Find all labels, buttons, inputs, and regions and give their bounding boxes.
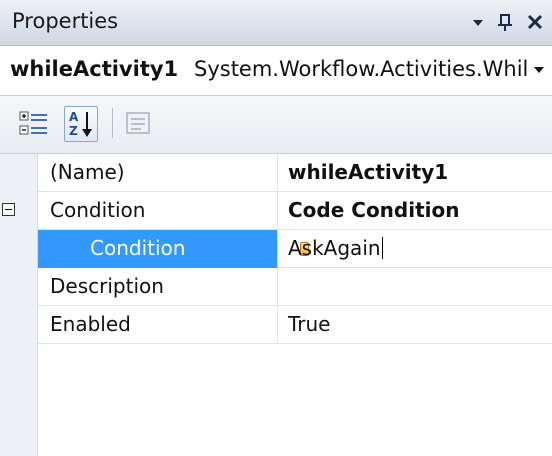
property-row-description[interactable]: Description: [0, 268, 552, 306]
title-bar: Properties: [0, 0, 552, 46]
collapse-expander-icon[interactable]: [2, 203, 15, 216]
property-value: True: [288, 312, 331, 336]
property-name-cell[interactable]: Description: [38, 268, 278, 306]
properties-toolbar: A Z: [0, 96, 552, 154]
property-pages-icon: [126, 112, 150, 134]
property-row-condition-name[interactable]: Condition AskAgain: [0, 230, 552, 268]
property-value: Code Condition: [288, 198, 460, 222]
property-label: Condition: [50, 198, 146, 222]
property-value-cell[interactable]: [278, 268, 552, 306]
toolbar-separator: [112, 108, 113, 138]
text-caret: [381, 237, 383, 259]
window-position-dropdown-icon[interactable]: [465, 7, 491, 37]
object-selector-dropdown-icon[interactable]: [532, 59, 546, 84]
chevron-down-icon: [534, 67, 544, 73]
categorized-icon: [19, 111, 47, 135]
property-value-cell[interactable]: whileActivity1: [278, 154, 552, 192]
property-grid: (Name) whileActivity1 Condition Code Con…: [0, 154, 552, 456]
property-label: Condition: [90, 236, 186, 260]
property-row-enabled[interactable]: Enabled True: [0, 306, 552, 344]
selected-object-name: whileActivity1: [10, 57, 179, 81]
window-title: Properties: [12, 9, 119, 33]
property-name-cell[interactable]: Condition: [38, 192, 278, 230]
svg-text:Z: Z: [69, 124, 78, 138]
property-row-name[interactable]: (Name) whileActivity1: [0, 154, 552, 192]
property-label: Enabled: [50, 312, 131, 336]
property-value-input-text: AskAgain: [288, 236, 381, 260]
property-value-editor[interactable]: AskAgain: [278, 230, 552, 268]
property-value-cell[interactable]: Code Condition: [278, 192, 552, 230]
property-label: (Name): [50, 160, 125, 184]
property-label: Description: [50, 274, 164, 298]
sort-alphabetical-icon: A Z: [69, 110, 92, 138]
property-value: whileActivity1: [288, 160, 449, 184]
close-button[interactable]: [522, 7, 548, 37]
property-name-cell-selected[interactable]: Condition: [38, 230, 309, 268]
properties-window: Properties whileActivity1 System.Workflo…: [0, 0, 552, 456]
selected-object-type: System.Workflow.Activities.Whil: [194, 57, 529, 81]
chevron-down-icon: [473, 20, 483, 26]
property-pages-button[interactable]: [122, 106, 156, 142]
property-name-cell[interactable]: Enabled: [38, 306, 278, 344]
property-name-cell[interactable]: (Name): [38, 154, 278, 192]
property-value-input[interactable]: AskAgain: [288, 236, 383, 260]
object-selector[interactable]: whileActivity1 System.Workflow.Activitie…: [0, 46, 552, 96]
close-icon: [527, 14, 543, 30]
property-row-condition-group[interactable]: Condition Code Condition: [0, 192, 552, 230]
pin-icon[interactable]: [492, 7, 518, 37]
categorized-button[interactable]: [18, 106, 52, 142]
svg-text:A: A: [69, 110, 79, 124]
pushpin-icon: [498, 14, 512, 31]
alphabetical-sort-button[interactable]: A Z: [64, 106, 98, 142]
property-value-cell[interactable]: True: [278, 306, 552, 344]
